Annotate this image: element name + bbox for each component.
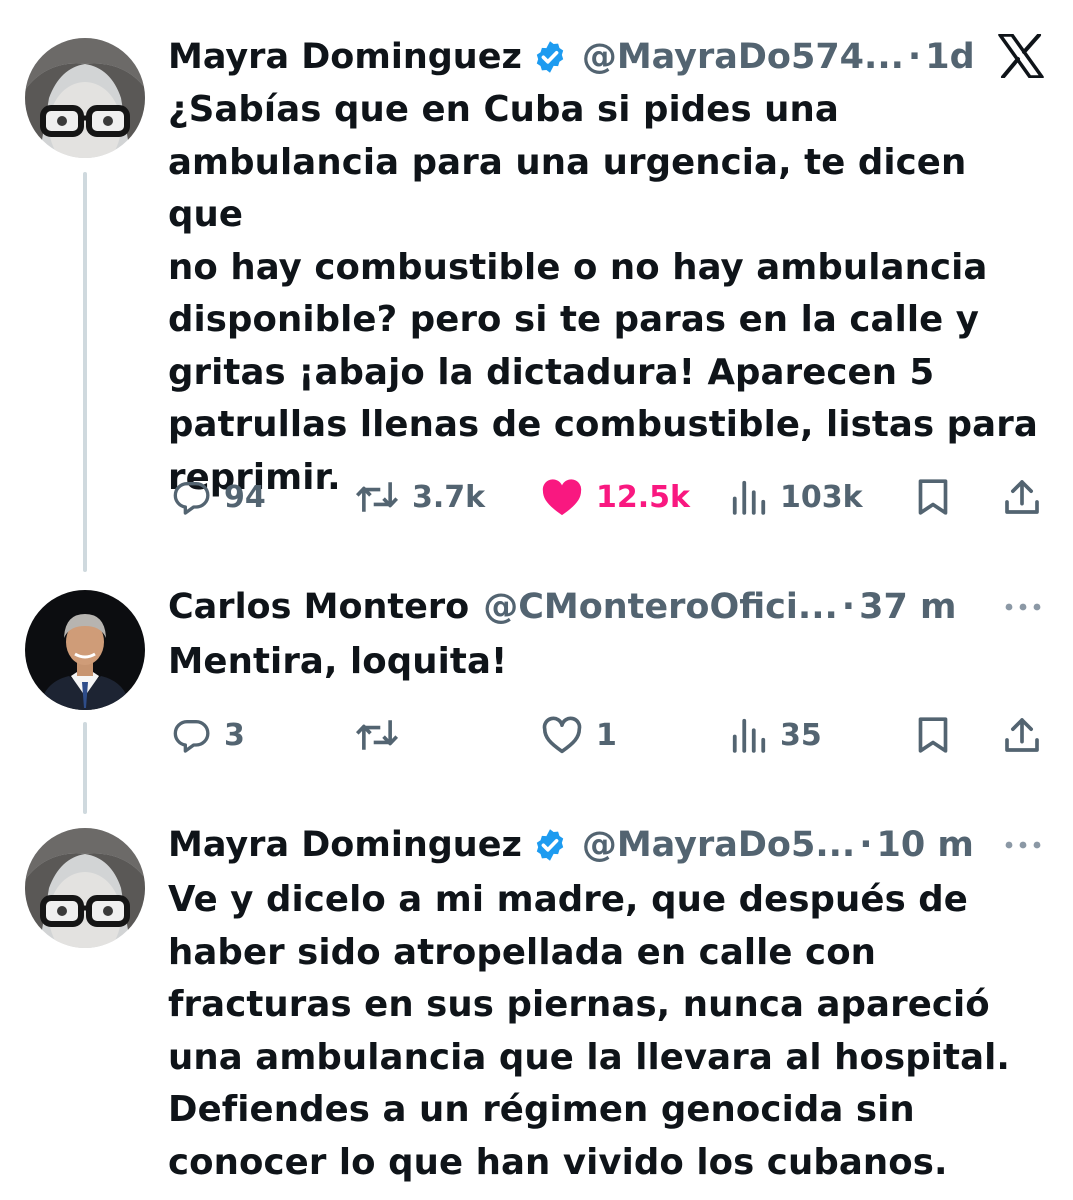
repost-button[interactable] [354,710,400,760]
thread-line [83,172,87,572]
repost-count: 3.7k [412,479,486,515]
separator-dot: · [859,825,873,865]
share-icon [1005,718,1039,752]
text-line: Ve y dicelo a mi madre, que después de [168,879,968,920]
text-line: Mentira, loquita! [168,641,508,682]
reply-button[interactable]: 94 [172,472,266,522]
separator-dot: · [907,37,922,77]
text-line: conocer lo que han vivido los cubanos. [168,1141,948,1183]
views-button[interactable]: 103k [730,472,863,522]
like-button[interactable]: 12.5k [540,472,690,522]
reply-count: 94 [224,479,266,515]
like-count: 1 [596,717,617,753]
bookmark-icon [918,717,948,753]
separator-dot: · [841,587,856,627]
author-handle[interactable]: @MayraDo5... [582,825,855,865]
verified-badge-icon [536,41,564,73]
timestamp[interactable]: 1d [925,37,974,77]
more-icon[interactable] [1003,601,1043,613]
avatar[interactable] [25,38,145,158]
tweet-header: Carlos Montero @CMonteroOfici... · 37 m [168,582,956,632]
text-line: haber sido atropellada en calle con [168,931,877,973]
author-name[interactable]: Mayra Dominguez [168,825,522,865]
action-bar: 3 1 35 [168,710,1048,760]
views-button[interactable]: 35 [730,710,822,760]
text-line: fracturas en sus piernas, nunca apareció [168,984,990,1025]
like-button[interactable]: 1 [540,710,617,760]
text-line: una ambulancia que la llevara al hospita… [168,1036,1010,1078]
timestamp[interactable]: 37 m [859,587,956,627]
author-name[interactable]: Mayra Dominguez [168,37,522,77]
repost-icon [355,720,399,750]
repost-icon [355,482,399,512]
author-handle[interactable]: @CMonteroOfici... [483,587,838,627]
tweet-header: Mayra Dominguez @MayraDo5... · 10 m [168,820,974,870]
reply-count: 3 [224,717,245,753]
text-line: no hay combustible o no hay ambulancia [168,246,988,288]
like-count: 12.5k [596,479,690,515]
repost-button[interactable]: 3.7k [354,472,485,522]
text-line: patrullas llenas de combustible, listas … [168,404,1038,445]
text-line: gritas ¡abajo la dictadura! Aparecen 5 [168,351,935,393]
text-line: disponible? pero si te paras en la calle… [168,299,979,340]
thread-line [83,722,87,814]
share-icon [1005,480,1039,514]
reply-button[interactable]: 3 [172,710,245,760]
more-icon[interactable] [1003,839,1043,851]
heart-icon [542,479,582,516]
views-icon [732,718,766,753]
share-button[interactable] [1002,710,1042,760]
action-bar: 94 3.7k 12.5k 103k [168,472,1048,522]
text-line: Defiendes a un régimen genocida sin [168,1089,915,1130]
tweet-header: Mayra Dominguez @MayraDo574... · 1d [168,32,975,82]
author-name[interactable]: Carlos Montero [168,587,469,627]
views-count: 103k [780,479,863,515]
tweet-text: ¿Sabías que en Cuba si pides una ambulan… [168,84,1048,504]
avatar[interactable] [25,828,145,948]
text-line: ¿Sabías que en Cuba si pides una [168,89,839,130]
x-logo[interactable] [998,34,1044,78]
tweet-text: Ve y dicelo a mi madre, que después de h… [168,874,1048,1189]
text-line: ambulancia para una urgencia, te dicen q… [168,141,967,236]
avatar[interactable] [25,590,145,710]
views-count: 35 [780,717,822,753]
timestamp[interactable]: 10 m [877,825,974,865]
views-icon [732,480,766,515]
share-button[interactable] [1002,472,1042,522]
verified-badge-icon [536,829,564,861]
reply-icon [173,482,210,515]
bookmark-button[interactable] [916,472,950,522]
heart-icon [542,716,582,754]
reply-icon [173,720,210,753]
tweet-text: Mentira, loquita! [168,636,1048,689]
bookmark-icon [918,479,948,515]
author-handle[interactable]: @MayraDo574... [582,37,904,77]
bookmark-button[interactable] [916,710,950,760]
